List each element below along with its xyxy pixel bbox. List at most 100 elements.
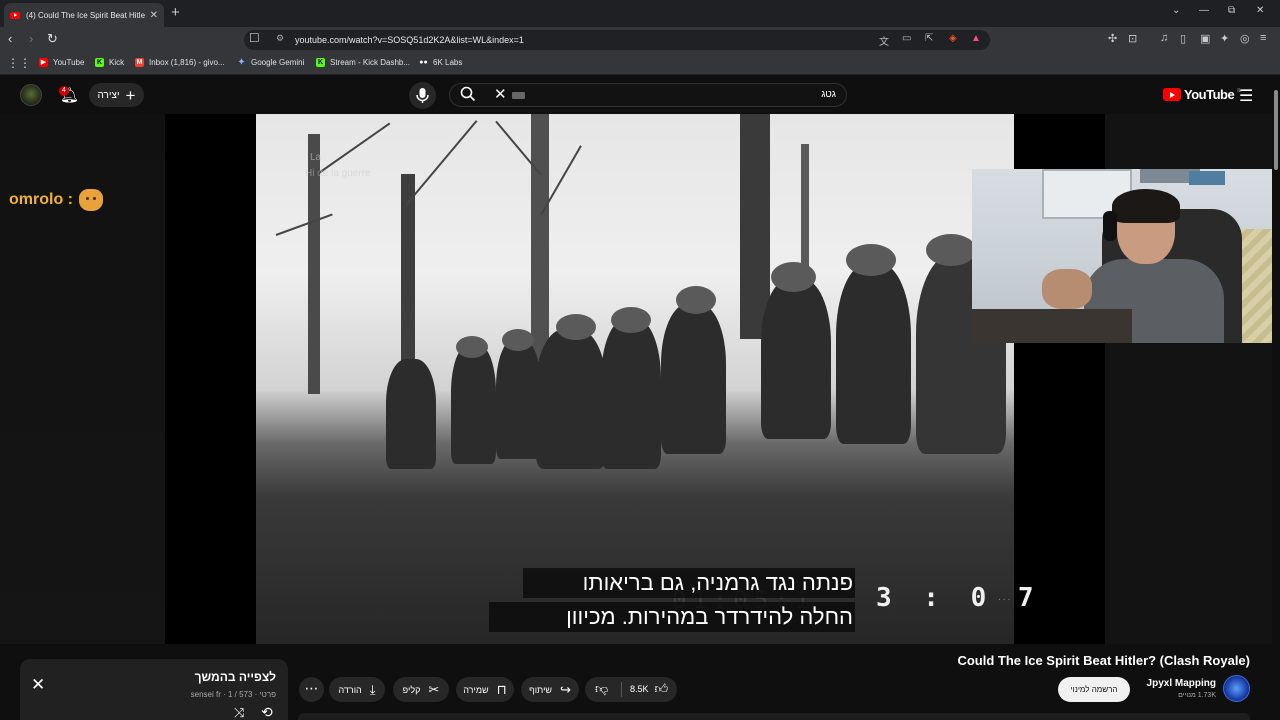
tab-close-icon[interactable]: ✕ [150, 10, 158, 21]
description-box-edge [298, 713, 1250, 720]
chat-username: omrolo : [9, 191, 73, 208]
search-icon[interactable] [460, 86, 476, 105]
notification-count-badge: 4 [59, 86, 69, 96]
chat-message: omrolo : [9, 189, 103, 211]
back-arrow-icon[interactable]: ‹ [8, 31, 12, 46]
bookmark-gmail[interactable]: M Inbox (1,816) - givo... [135, 58, 225, 67]
sidebar-icon[interactable]: ▯ [1180, 32, 1186, 45]
bookmark-icon[interactable]: ☐ [249, 31, 260, 45]
shuffle-icon[interactable]: ⤨ [234, 705, 244, 720]
brave-shield-icon[interactable]: ◈ [949, 33, 957, 44]
soldier-head [676, 286, 716, 314]
brave-rewards-icon[interactable]: ▲ [971, 33, 981, 44]
cat-emote-icon [79, 189, 103, 211]
bookmark-youtube[interactable]: ▶ YouTube [39, 58, 84, 67]
bookmark-6k-labs[interactable]: ●● 6K Labs [419, 58, 462, 67]
kick-icon: K [316, 58, 325, 67]
soldier-figure [836, 264, 911, 444]
keyboard-icon[interactable] [512, 92, 525, 99]
gemini-icon: ✦ [237, 57, 246, 68]
video-title: Could The Ice Spirit Beat Hitler? (Clash… [957, 653, 1250, 668]
download-button[interactable]: הורדה ⤓ [329, 677, 385, 702]
menu-icon[interactable]: ≡ [1260, 32, 1266, 44]
translate-icon[interactable]: 文 [879, 33, 889, 48]
apps-grid-icon[interactable]: ⋮⋮ [7, 56, 31, 70]
share-label: שיתוף [529, 684, 552, 695]
vpn-icon[interactable]: ◎ [1240, 32, 1250, 45]
soldier-head [846, 244, 896, 276]
subscribe-button[interactable]: הרשמה למינוי [1058, 677, 1130, 702]
youtube-play-icon [1163, 88, 1181, 101]
save-label: שמירה [463, 684, 489, 695]
page-scrollbar[interactable] [1272, 76, 1280, 720]
screenshot-icon[interactable]: ⊡ [1128, 32, 1137, 45]
tree-branch [405, 120, 478, 206]
kick-icon: K [95, 58, 104, 67]
gmail-icon: M [135, 58, 144, 67]
bookmark-gemini[interactable]: ✦ Google Gemini [237, 57, 304, 68]
youtube-favicon-icon [10, 11, 20, 19]
youtube-icon: ▶ [39, 58, 48, 67]
create-label: יצירה [97, 89, 120, 101]
window-close-button[interactable]: ✕ [1256, 5, 1264, 16]
download-icon: ⤓ [369, 681, 376, 697]
bookmark-kick-dashboard[interactable]: K Stream - Kick Dashb... [316, 58, 410, 67]
youtube-logo[interactable]: YouTube IL [1163, 87, 1241, 102]
film-caption-2: Hi de la guerre [305, 168, 371, 179]
youtube-logo-text: YouTube [1184, 87, 1235, 102]
extensions-icon[interactable]: ✣ [1108, 32, 1117, 45]
soldier-head [556, 314, 596, 340]
soldier-head [771, 262, 816, 292]
hamburger-menu-icon[interactable]: ☰ [1239, 86, 1253, 106]
bookmark-kick[interactable]: K Kick [95, 58, 124, 67]
browser-tabstrip [0, 0, 1280, 27]
share-button[interactable]: שיתוף ↪ [521, 677, 579, 702]
thumbs-up-icon: 👍︎ [654, 681, 669, 696]
restore-button[interactable]: ⧉ [1228, 5, 1235, 16]
scissors-icon: ✂ [428, 681, 440, 697]
like-button[interactable]: 8.5K 👍︎ [630, 681, 668, 697]
soldier-head [926, 234, 976, 266]
browser-tab[interactable]: (4) Could The Ice Spirit Beat Hitle ✕ [4, 3, 164, 27]
plus-icon: + [125, 85, 136, 105]
leo-ai-icon[interactable]: ✦ [1220, 32, 1229, 45]
media-icon[interactable]: ♫ [1160, 32, 1168, 44]
loop-icon[interactable]: ⟲ [261, 704, 273, 720]
soldier-head [611, 307, 651, 333]
playlist-title[interactable]: לצפייה בהמשך [170, 670, 276, 684]
timecode-overlay: 3 : 0 7 [876, 583, 1042, 613]
scrollbar-thumb[interactable] [1274, 90, 1278, 170]
forward-arrow-icon[interactable]: › [29, 31, 33, 46]
soldier-figure [761, 279, 831, 439]
close-playlist-icon[interactable]: ✕ [31, 675, 45, 695]
share-icon[interactable]: ⇱ [925, 33, 933, 44]
reload-icon[interactable]: ↻ [47, 31, 58, 47]
channel-avatar[interactable] [1223, 675, 1250, 702]
account-avatar[interactable] [20, 84, 42, 106]
save-button[interactable]: שמירה ⊓ [456, 677, 514, 702]
site-info-icon[interactable]: ⚙ [276, 33, 284, 44]
clear-search-icon[interactable]: ✕ [494, 85, 507, 103]
cast-icon[interactable]: ▭ [902, 33, 911, 44]
tree-branch [275, 213, 333, 236]
voice-search-button[interactable] [409, 82, 436, 109]
create-button[interactable]: יצירה + [89, 83, 144, 107]
video-frame[interactable] [256, 114, 1014, 644]
soldier-figure [661, 304, 726, 454]
dislike-button[interactable]: 👎︎ [595, 681, 608, 697]
microphone-icon [416, 88, 429, 103]
playlist-meta: פרטי · sensei fr · 1 / 573 [190, 690, 276, 699]
clip-button[interactable]: קליפ ✂ [393, 677, 449, 702]
soldier-figure [451, 344, 496, 464]
channel-name[interactable]: Jpyxl Mapping [1140, 678, 1216, 689]
soldier-figure [386, 359, 436, 469]
url-text[interactable]: youtube.com/watch?v=SOSQ51d2K2A&list=WL&… [295, 35, 524, 45]
more-actions-button[interactable]: ⋯ [299, 677, 324, 702]
clip-label: קליפ [402, 684, 421, 695]
tab-search-icon[interactable]: ⌄ [1172, 5, 1180, 16]
new-tab-button[interactable]: + [171, 4, 180, 21]
wallet-icon[interactable]: ▣ [1200, 32, 1210, 45]
search-input[interactable]: גטג [700, 89, 836, 100]
timecode-dots: ∙∙∙ [998, 594, 1013, 605]
minimize-button[interactable]: — [1199, 5, 1209, 16]
